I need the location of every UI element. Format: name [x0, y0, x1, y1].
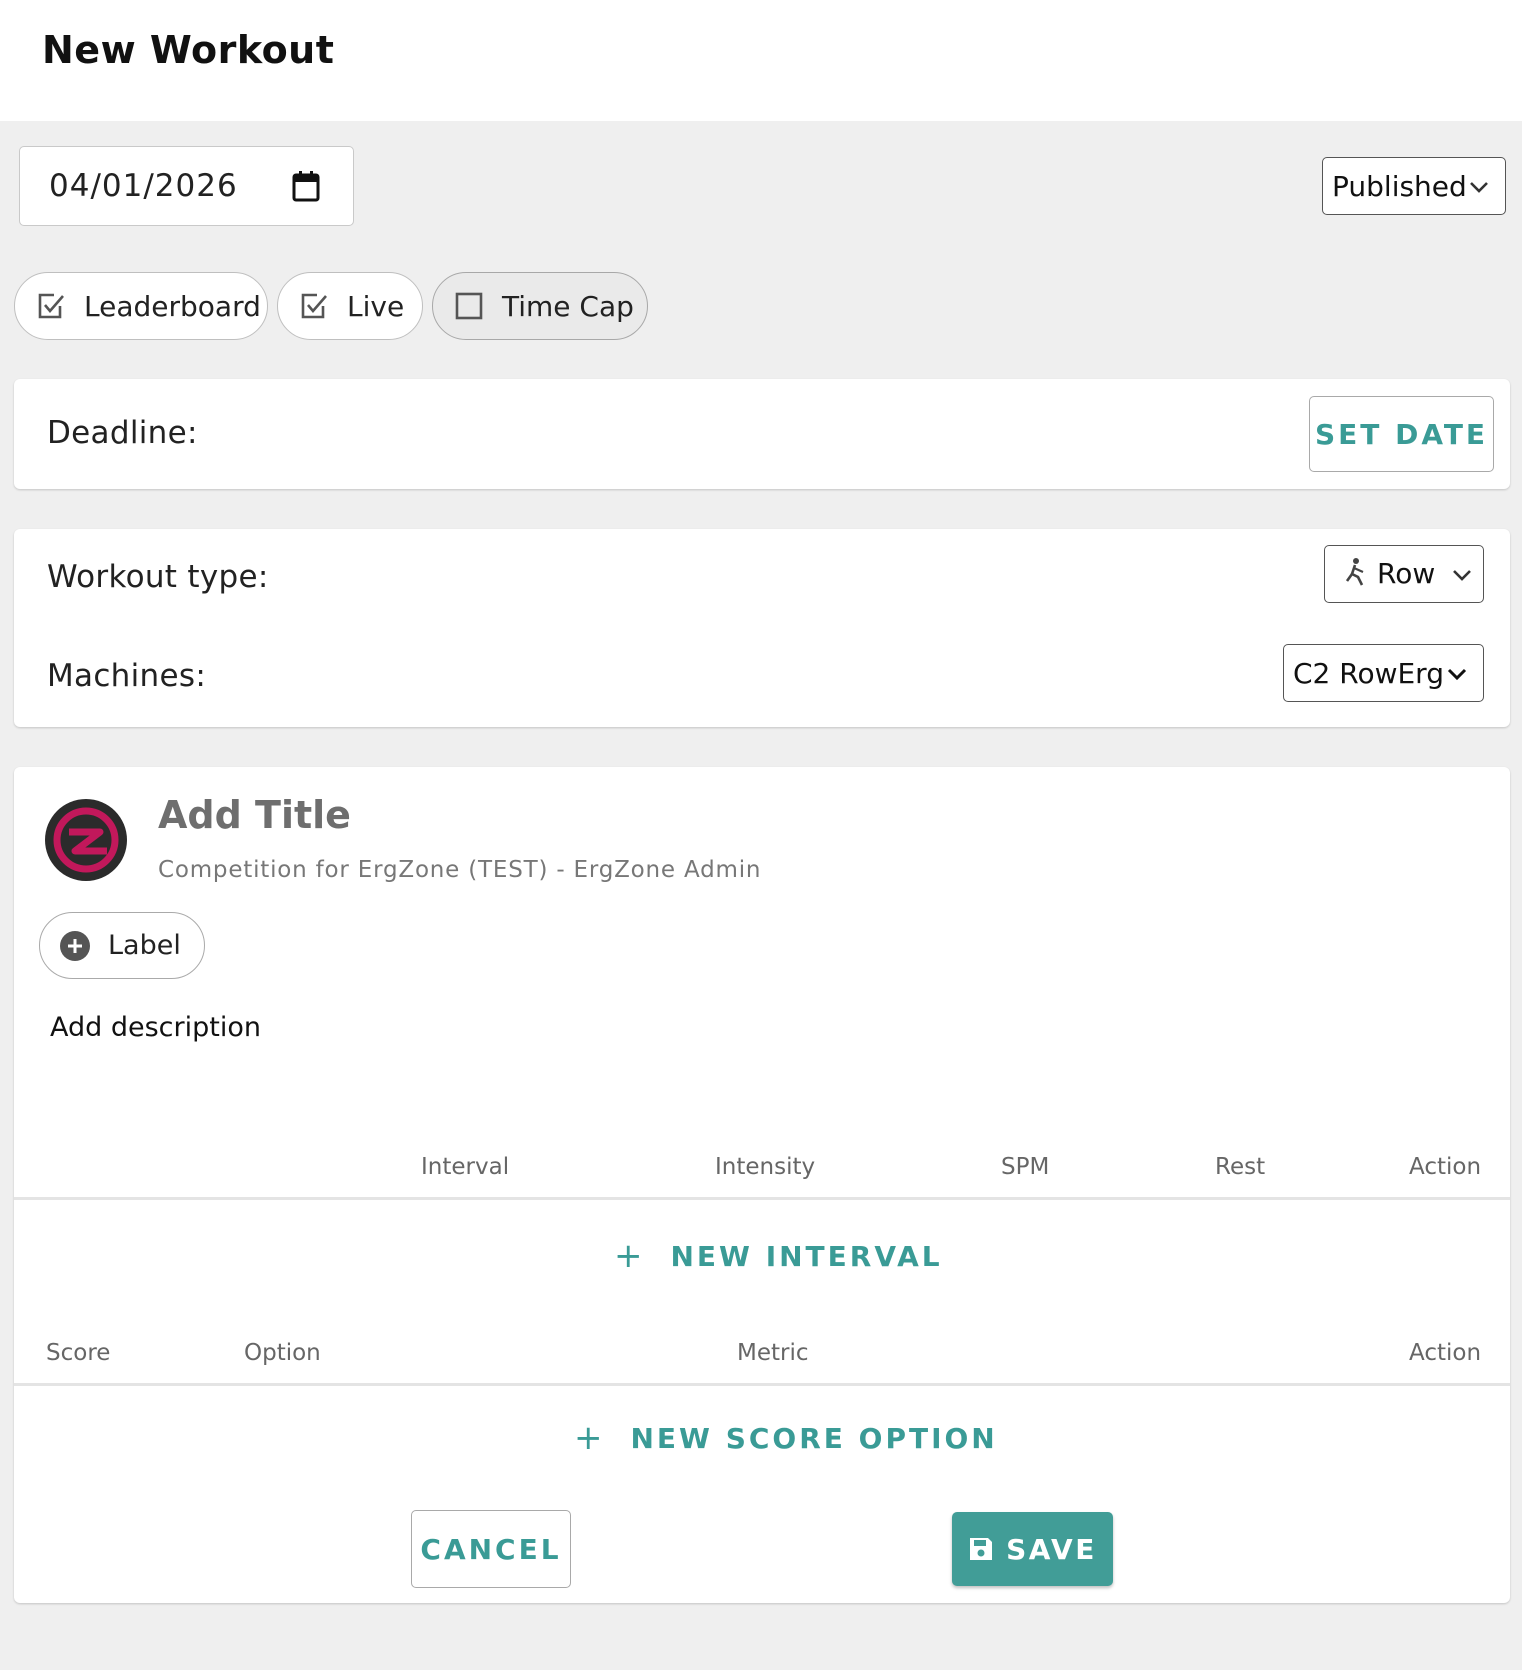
chevron-down-icon — [1453, 570, 1471, 581]
plus-icon: + — [574, 1418, 603, 1458]
toggle-leaderboard[interactable]: Leaderboard — [14, 272, 268, 340]
checkbox-checked-icon — [301, 293, 327, 319]
ergzone-logo-icon — [45, 799, 127, 881]
date-value: 04/01/2026 — [49, 168, 238, 204]
date-input[interactable]: 04/01/2026 — [19, 146, 354, 226]
status-value: Published — [1332, 169, 1467, 203]
toggle-label: Leaderboard — [84, 289, 261, 323]
set-date-button[interactable]: SET DATE — [1309, 396, 1494, 472]
competition-subtitle: Competition for ErgZone (TEST) - ErgZone… — [158, 857, 762, 883]
workout-type-label: Workout type: — [47, 559, 269, 595]
page-title: New Workout — [42, 28, 335, 72]
save-label: SAVE — [1006, 1532, 1097, 1566]
column-header-spm: SPM — [1001, 1154, 1050, 1180]
status-select[interactable]: Published — [1322, 157, 1506, 215]
toggle-label: Live — [347, 289, 405, 323]
label-button-text: Label — [108, 930, 181, 961]
deadline-card: Deadline: SET DATE — [14, 379, 1510, 489]
plus-icon: + — [614, 1236, 643, 1276]
chevron-down-icon — [1447, 668, 1467, 681]
machines-select[interactable]: C2 RowErg — [1283, 644, 1484, 702]
workout-type-select[interactable]: Row — [1324, 545, 1484, 603]
checkbox-unchecked-icon — [455, 292, 483, 320]
add-label-button[interactable]: Label — [39, 912, 205, 979]
machines-value: C2 RowErg — [1293, 656, 1444, 690]
new-interval-button[interactable]: + NEW INTERVAL — [614, 1236, 943, 1276]
cancel-button[interactable]: CANCEL — [411, 1510, 571, 1588]
column-header-action: Action — [1409, 1340, 1482, 1366]
column-header-option: Option — [244, 1340, 321, 1366]
column-header-interval: Interval — [421, 1154, 510, 1180]
chevron-down-icon — [1470, 182, 1488, 193]
column-header-metric: Metric — [737, 1340, 809, 1366]
machines-label: Machines: — [47, 658, 207, 694]
toggle-time-cap[interactable]: Time Cap — [432, 272, 648, 340]
table-divider — [14, 1383, 1510, 1386]
rowing-icon — [1345, 558, 1364, 586]
add-circle-icon — [60, 930, 90, 961]
description-input[interactable]: Add description — [50, 1012, 261, 1043]
column-header-action: Action — [1409, 1154, 1482, 1180]
column-header-intensity: Intensity — [715, 1154, 816, 1180]
toggle-live[interactable]: Live — [277, 272, 423, 340]
column-header-rest: Rest — [1215, 1154, 1266, 1180]
new-score-option-label: NEW SCORE OPTION — [630, 1421, 998, 1455]
workout-type-card: Workout type: Row Machines: C2 RowErg — [14, 529, 1510, 727]
deadline-label: Deadline: — [47, 415, 198, 451]
toggle-label: Time Cap — [502, 289, 634, 323]
calendar-icon[interactable] — [291, 169, 321, 203]
column-header-score: Score — [46, 1340, 111, 1366]
checkbox-checked-icon — [38, 293, 64, 319]
page-header: New Workout — [0, 0, 1522, 121]
title-input[interactable]: Add Title — [158, 793, 351, 837]
table-divider — [14, 1197, 1510, 1200]
workout-type-value: Row — [1377, 557, 1436, 590]
save-icon — [970, 1538, 993, 1560]
save-button[interactable]: SAVE — [952, 1512, 1113, 1586]
new-interval-label: NEW INTERVAL — [670, 1239, 943, 1273]
workout-details-card: Add Title Competition for ErgZone (TEST)… — [14, 767, 1510, 1603]
new-score-option-button[interactable]: + NEW SCORE OPTION — [574, 1418, 998, 1458]
